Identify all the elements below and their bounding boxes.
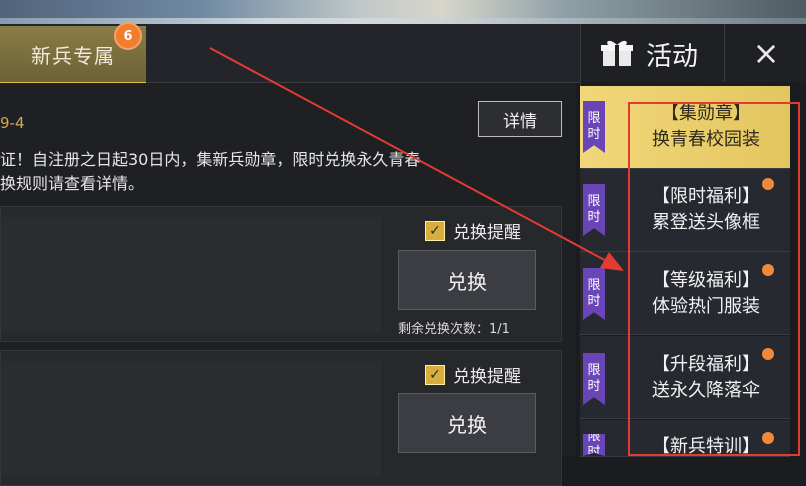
tab-label: 新兵专属	[31, 43, 115, 68]
details-button[interactable]: 详情	[478, 101, 562, 137]
exchange-reminder-label: 兑换提醒	[453, 367, 521, 387]
checkbox-checked-icon[interactable]: ✓	[425, 221, 445, 241]
gift-icon	[601, 40, 633, 66]
description-line: 证！自注册之日起30日内，集新兵勋章，限时兑换永久青春	[0, 150, 421, 169]
event-description: 证！自注册之日起30日内，集新兵勋章，限时兑换永久青春 换规则请查看详情。	[0, 148, 560, 196]
exchange-reminder-label: 兑换提醒	[453, 223, 521, 243]
limited-flag: 限时	[583, 101, 605, 153]
exchange-button[interactable]: 兑换	[398, 250, 536, 310]
top-banner-image	[0, 0, 806, 24]
notification-badge: 6	[114, 22, 142, 50]
exchange-button[interactable]: 兑换	[398, 393, 536, 453]
close-icon: ×	[752, 34, 780, 72]
panel-title: 活动	[646, 42, 699, 72]
reward-preview-area	[1, 361, 381, 477]
description-line: 换规则请查看详情。	[0, 174, 145, 193]
limited-flag: 限时	[583, 184, 605, 236]
remaining-exchanges: 剩余兑换次数：1/1	[398, 322, 510, 337]
highlight-box-annotation	[628, 102, 800, 456]
checkbox-checked-icon[interactable]: ✓	[425, 365, 445, 385]
event-date: 9-4	[0, 114, 25, 132]
reward-preview-area	[1, 217, 381, 333]
close-button[interactable]: ×	[724, 24, 806, 82]
